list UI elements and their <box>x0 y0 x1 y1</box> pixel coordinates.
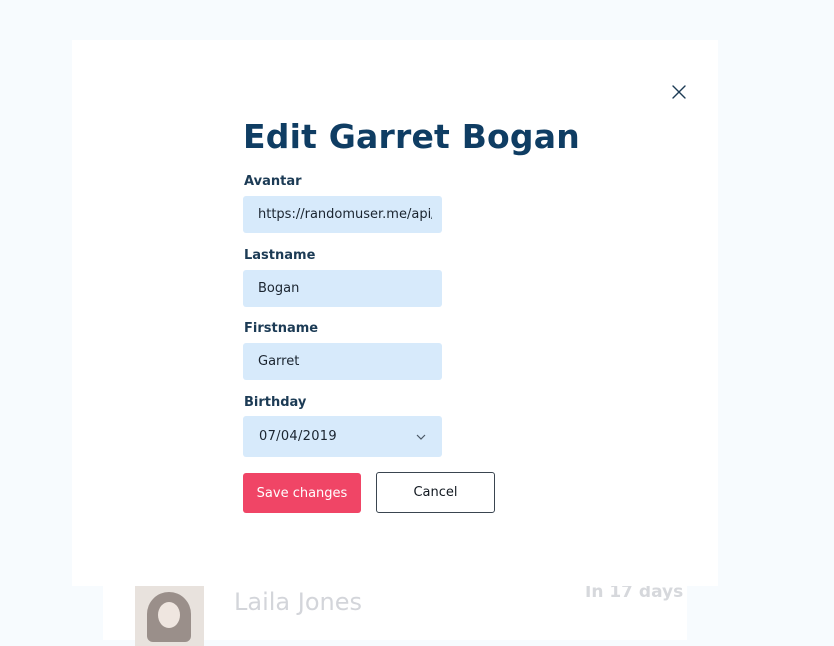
close-icon[interactable] <box>671 84 687 100</box>
avatar-label: Avantar <box>244 174 302 189</box>
avatar-face <box>158 602 180 628</box>
birthday-date-picker[interactable]: 07/04/2019 <box>243 416 442 457</box>
save-changes-button[interactable]: Save changes <box>243 473 361 513</box>
user-name: Laila Jones <box>234 588 362 616</box>
cancel-button[interactable]: Cancel <box>376 472 495 513</box>
user-avatar <box>135 586 204 646</box>
birthday-label: Birthday <box>244 395 307 410</box>
firstname-label: Firstname <box>244 321 319 336</box>
birthday-value: 07/04/2019 <box>259 429 337 444</box>
lastname-label: Lastname <box>244 248 316 263</box>
lastname-input[interactable] <box>243 270 442 307</box>
avatar-url-input[interactable] <box>243 196 442 233</box>
chevron-down-icon <box>416 434 426 440</box>
firstname-input[interactable] <box>243 343 442 380</box>
modal-title: Edit Garret Bogan <box>243 117 580 156</box>
